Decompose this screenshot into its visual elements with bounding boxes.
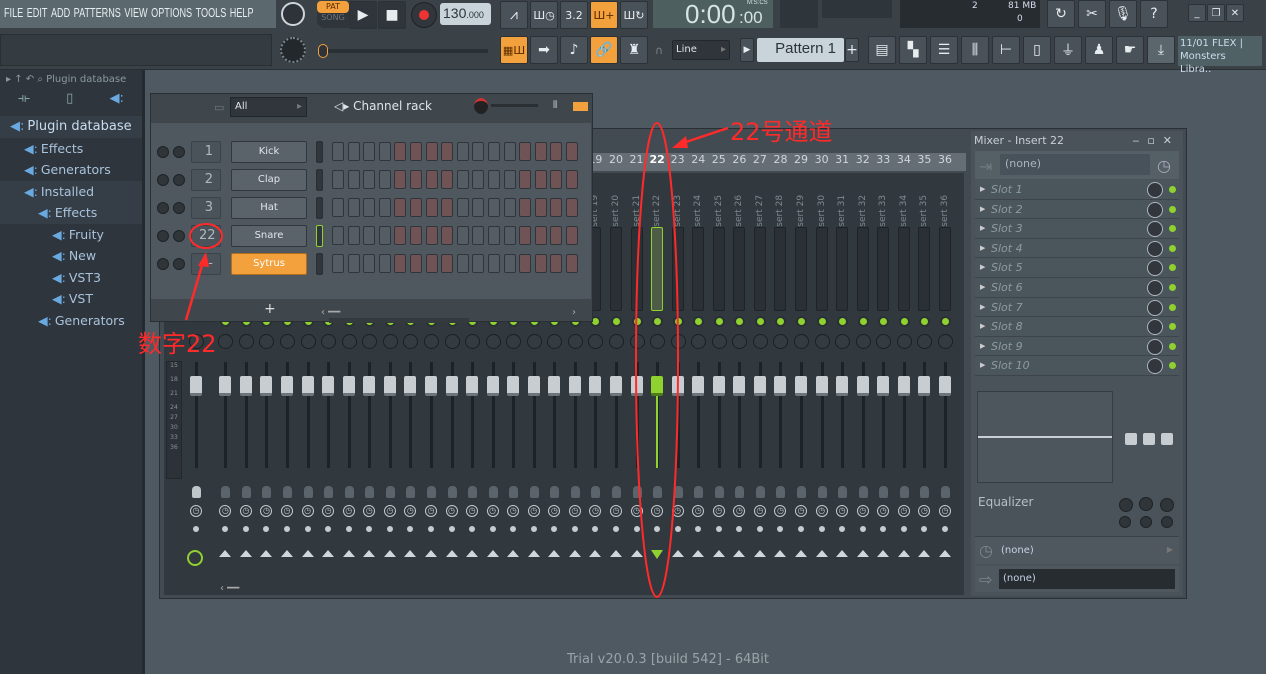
menu-edit[interactable]: EDIT <box>27 5 48 20</box>
menu-file[interactable]: FILE <box>4 5 23 20</box>
annotation-arrow-number <box>184 261 205 321</box>
menu-patterns[interactable]: PATTERNS <box>74 5 121 20</box>
menu-options[interactable]: OPTIONS <box>151 5 192 20</box>
annotation-channel-label: 22号通道 <box>730 118 833 146</box>
menu-bar: FILE EDIT ADD PATTERNS VIEW OPTIONS TOOL… <box>0 0 276 28</box>
menu-add[interactable]: ADD <box>51 5 70 20</box>
menu-help[interactable]: HELP <box>230 5 254 20</box>
menu-tools[interactable]: TOOLS <box>196 5 227 20</box>
annotation-ellipse-channel <box>635 122 679 598</box>
annotation-arrowhead-number <box>198 252 209 267</box>
annotation-arrow-channel <box>679 126 729 146</box>
annotation-arrowhead-channel <box>672 136 688 148</box>
annotation-number-label: 数字22 <box>138 330 217 358</box>
menu-view[interactable]: VIEW <box>124 5 147 20</box>
annotation-circle-number <box>189 223 223 249</box>
